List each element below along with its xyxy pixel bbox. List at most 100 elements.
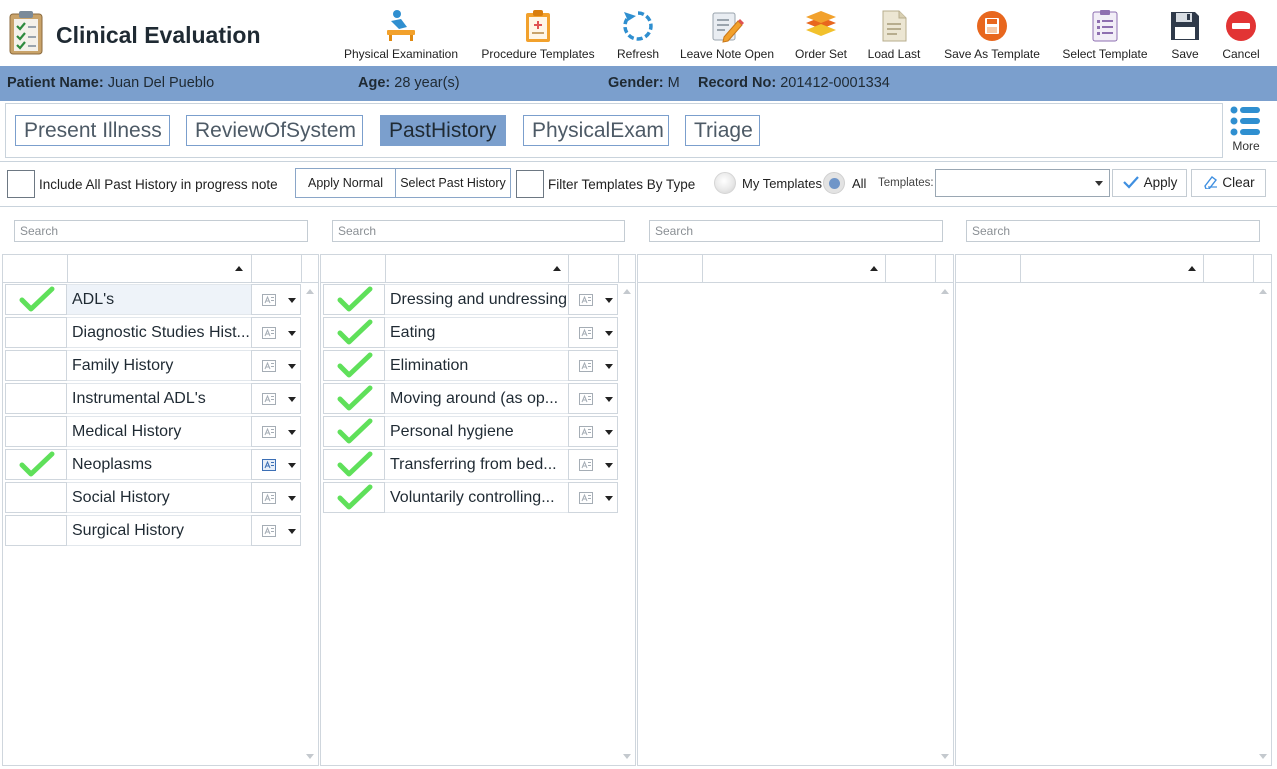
template-dropdown[interactable] — [568, 350, 618, 381]
row-label[interactable]: ADL's — [67, 284, 251, 315]
template-dropdown[interactable] — [568, 416, 618, 447]
all-templates-radio[interactable] — [823, 172, 845, 194]
select-past-history-button[interactable]: Select Past History — [395, 168, 511, 198]
scroll-down-icon[interactable] — [1259, 754, 1267, 759]
row-label[interactable]: Transferring from bed... — [385, 449, 568, 480]
scroll-up-icon[interactable] — [941, 289, 949, 294]
chevron-down-icon — [288, 298, 296, 303]
select-template-button[interactable]: Select Template — [1058, 4, 1152, 64]
header-name-column[interactable] — [1021, 255, 1204, 283]
row-checkbox[interactable] — [5, 284, 67, 315]
row-checkbox[interactable] — [5, 350, 67, 381]
include-all-past-history-checkbox[interactable] — [7, 170, 35, 198]
template-dropdown[interactable] — [251, 284, 301, 315]
template-dropdown[interactable] — [568, 383, 618, 414]
row-checkbox[interactable] — [323, 383, 385, 414]
section-tabs: Present Illness ReviewOfSystem PastHisto… — [5, 103, 1223, 158]
vertical-scrollbar[interactable] — [937, 283, 953, 765]
my-templates-radio[interactable] — [714, 172, 736, 194]
row-label[interactable]: Voluntarily controlling... — [385, 482, 568, 513]
scroll-up-icon[interactable] — [306, 289, 314, 294]
order-set-button[interactable]: Order Set — [791, 4, 851, 64]
vertical-scrollbar[interactable] — [1255, 283, 1271, 765]
tab-past-history[interactable]: PastHistory — [380, 115, 506, 146]
filter-templates-checkbox[interactable] — [516, 170, 544, 198]
clear-button[interactable]: Clear — [1191, 169, 1266, 197]
row-checkbox[interactable] — [5, 317, 67, 348]
row-checkbox[interactable] — [323, 482, 385, 513]
search-input-panel-1[interactable] — [14, 220, 308, 242]
toolbar-label: Leave Note Open — [679, 47, 775, 61]
template-dropdown[interactable] — [568, 284, 618, 315]
search-input-panel-4[interactable] — [966, 220, 1260, 242]
more-button[interactable]: More — [1226, 104, 1266, 156]
row-checkbox[interactable] — [5, 515, 67, 546]
row-checkbox[interactable] — [323, 317, 385, 348]
tab-physical-exam[interactable]: PhysicalExam — [523, 115, 669, 146]
leave-note-open-button[interactable]: Leave Note Open — [675, 4, 779, 64]
template-dropdown[interactable] — [251, 317, 301, 348]
row-checkbox[interactable] — [5, 482, 67, 513]
row-checkbox[interactable] — [5, 416, 67, 447]
tab-review-of-system[interactable]: ReviewOfSystem — [186, 115, 363, 146]
row-label[interactable]: Elimination — [385, 350, 568, 381]
template-dropdown[interactable] — [568, 482, 618, 513]
row-label[interactable]: Family History — [67, 350, 251, 381]
header-name-column[interactable] — [703, 255, 886, 283]
row-label[interactable]: Instrumental ADL's — [67, 383, 251, 414]
row-checkbox[interactable] — [323, 284, 385, 315]
stretcher-icon — [383, 8, 419, 44]
filter-templates-label: Filter Templates By Type — [548, 177, 696, 192]
scroll-down-icon[interactable] — [623, 754, 631, 759]
template-dropdown[interactable] — [568, 449, 618, 480]
tab-present-illness[interactable]: Present Illness — [15, 115, 170, 146]
grid-header — [3, 255, 318, 283]
template-dropdown[interactable] — [251, 515, 301, 546]
template-dropdown[interactable] — [251, 350, 301, 381]
templates-dropdown[interactable] — [935, 169, 1110, 197]
vertical-scrollbar[interactable] — [302, 283, 318, 765]
row-label[interactable]: Eating — [385, 317, 568, 348]
template-dropdown[interactable] — [251, 416, 301, 447]
row-label[interactable]: Personal hygiene — [385, 416, 568, 447]
row-checkbox[interactable] — [5, 383, 67, 414]
search-input-panel-3[interactable] — [649, 220, 943, 242]
row-checkbox[interactable] — [323, 449, 385, 480]
row-label[interactable]: Surgical History — [67, 515, 251, 546]
cancel-button[interactable]: Cancel — [1218, 4, 1264, 64]
row-label[interactable]: Social History — [67, 482, 251, 513]
tab-triage[interactable]: Triage — [685, 115, 760, 146]
row-label[interactable]: Dressing and undressing — [385, 284, 568, 315]
apply-button[interactable]: Apply — [1112, 169, 1187, 197]
template-dropdown[interactable] — [251, 449, 301, 480]
sort-ascending-icon — [1188, 266, 1196, 271]
procedure-templates-button[interactable]: Procedure Templates — [478, 4, 598, 64]
text-template-icon — [262, 426, 276, 438]
row-label[interactable]: Diagnostic Studies Hist... — [67, 317, 251, 348]
template-dropdown[interactable] — [251, 383, 301, 414]
row-checkbox[interactable] — [323, 350, 385, 381]
header-name-column[interactable] — [386, 255, 569, 283]
apply-normal-button[interactable]: Apply Normal — [295, 168, 396, 198]
row-checkbox[interactable] — [5, 449, 67, 480]
scroll-down-icon[interactable] — [941, 754, 949, 759]
refresh-button[interactable]: Refresh — [610, 4, 666, 64]
template-dropdown[interactable] — [568, 317, 618, 348]
search-input-panel-2[interactable] — [332, 220, 625, 242]
header-name-column[interactable] — [68, 255, 252, 283]
scroll-up-icon[interactable] — [623, 289, 631, 294]
physical-examination-button[interactable]: Physical Examination — [340, 4, 462, 64]
row-label[interactable]: Moving around (as op... — [385, 383, 568, 414]
save-button[interactable]: Save — [1164, 4, 1206, 64]
row-label[interactable]: Neoplasms — [67, 449, 251, 480]
text-template-icon — [579, 327, 593, 339]
templates-label: Templates: — [878, 177, 934, 189]
save-as-template-button[interactable]: Save As Template — [940, 4, 1044, 64]
template-dropdown[interactable] — [251, 482, 301, 513]
scroll-down-icon[interactable] — [306, 754, 314, 759]
load-last-button[interactable]: Load Last — [864, 4, 924, 64]
row-checkbox[interactable] — [323, 416, 385, 447]
vertical-scrollbar[interactable] — [619, 283, 635, 765]
scroll-up-icon[interactable] — [1259, 289, 1267, 294]
row-label[interactable]: Medical History — [67, 416, 251, 447]
